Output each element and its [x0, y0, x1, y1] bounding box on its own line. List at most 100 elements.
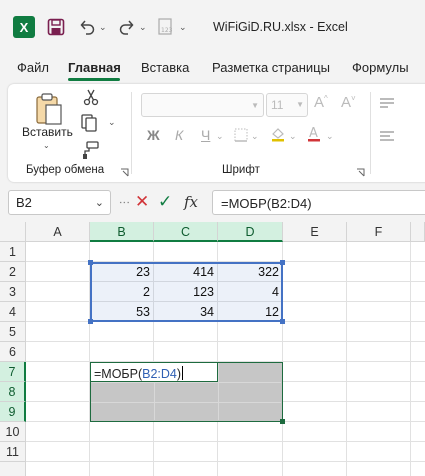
- name-box[interactable]: B2 ⌄: [8, 190, 111, 215]
- paste-dropdown-icon[interactable]: ⌄: [43, 141, 50, 150]
- gridline: [346, 242, 347, 476]
- cell-b4[interactable]: 53: [90, 302, 154, 322]
- row-header-10[interactable]: 10: [0, 422, 26, 442]
- row-header-12[interactable]: [0, 462, 26, 476]
- chevron-down-icon: ▼: [296, 100, 304, 109]
- underline-icon[interactable]: Ч: [201, 127, 210, 143]
- formula-bar: B2 ⌄ ⋮ ✕ ✓ fx =МОБР(B2:D4): [0, 189, 425, 217]
- borders-dropdown-icon[interactable]: ⌄: [251, 131, 259, 142]
- row-header-3[interactable]: 3: [0, 282, 26, 302]
- more-icon: ⋮: [118, 197, 130, 207]
- tab-formulas[interactable]: Формулы: [352, 60, 409, 75]
- column-header-e[interactable]: E: [283, 222, 347, 242]
- redo-icon[interactable]: [116, 15, 138, 39]
- edit-formula-reference: B2:D4: [142, 367, 177, 381]
- cell-c4[interactable]: 34: [154, 302, 218, 322]
- cell-c2[interactable]: 414: [154, 262, 218, 282]
- italic-icon[interactable]: К: [175, 127, 183, 143]
- gridline: [91, 402, 281, 403]
- undo-dropdown-icon[interactable]: ⌄: [99, 15, 107, 39]
- row-header-7[interactable]: 7: [0, 362, 26, 382]
- copy-dropdown-icon[interactable]: ⌄: [108, 117, 116, 128]
- tab-home[interactable]: Главная: [68, 60, 121, 75]
- chevron-down-icon: ▼: [251, 101, 259, 110]
- cell-b2[interactable]: 23: [90, 262, 154, 282]
- column-header-g[interactable]: [411, 222, 425, 242]
- gridline: [26, 461, 425, 462]
- gridline: [26, 441, 425, 442]
- cell-d2[interactable]: 322: [218, 262, 283, 282]
- font-name-box[interactable]: ▼: [141, 93, 264, 117]
- font-color-dropdown-icon[interactable]: ⌄: [326, 131, 334, 142]
- quick-access-icon[interactable]: 123: [155, 15, 175, 39]
- row-header-2[interactable]: 2: [0, 262, 26, 282]
- font-group-label: Шрифт: [222, 164, 260, 176]
- tab-file[interactable]: Файл: [17, 60, 49, 75]
- fill-color-dropdown-icon[interactable]: ⌄: [289, 131, 297, 142]
- align-left-icon[interactable]: [380, 129, 396, 143]
- column-header-c[interactable]: C: [154, 222, 218, 242]
- chevron-down-icon: ⌄: [94, 197, 104, 209]
- cell-b3[interactable]: 2: [90, 282, 154, 302]
- fill-handle[interactable]: [280, 419, 285, 424]
- cell-d4[interactable]: 12: [218, 302, 283, 322]
- ribbon: Вставить ⌄ ⌄ Буфер обмена ▼ 11 ▼ A^ A˅ Ж…: [8, 84, 425, 182]
- align-top-icon[interactable]: [380, 96, 396, 110]
- redo-dropdown-icon[interactable]: ⌄: [139, 15, 147, 39]
- active-cell-b7[interactable]: =МОБР(B2:D4): [90, 362, 218, 382]
- edit-formula-prefix: =МОБР(: [94, 367, 143, 381]
- ribbon-separator: [370, 92, 371, 174]
- formula-input[interactable]: =МОБР(B2:D4): [212, 190, 425, 215]
- spreadsheet-grid[interactable]: A B C D E F 1 2 3 4 5 6 7 8 9 10 11 23 4…: [0, 222, 425, 476]
- decrease-font-icon[interactable]: A˅: [341, 94, 356, 111]
- copy-icon[interactable]: [80, 114, 102, 132]
- row-header-5[interactable]: 5: [0, 322, 26, 342]
- bold-icon[interactable]: Ж: [147, 127, 160, 143]
- enter-icon[interactable]: ✓: [158, 192, 172, 212]
- ribbon-tabs: Файл Главная Вставка Разметка страницы Ф…: [0, 54, 425, 82]
- save-icon[interactable]: [46, 15, 66, 39]
- row-header-11[interactable]: 11: [0, 442, 26, 462]
- underline-dropdown-icon[interactable]: ⌄: [216, 131, 224, 142]
- cut-icon[interactable]: [82, 88, 100, 106]
- increase-font-icon[interactable]: A^: [314, 94, 328, 111]
- tab-page-layout[interactable]: Разметка страницы: [212, 60, 330, 75]
- clipboard-group-label: Буфер обмена: [26, 164, 105, 176]
- column-header-a[interactable]: A: [26, 222, 90, 242]
- column-header-d[interactable]: D: [218, 222, 283, 242]
- gridline: [26, 341, 425, 342]
- excel-logo-icon: X: [13, 16, 35, 38]
- svg-text:A: A: [309, 126, 318, 141]
- cell-d3[interactable]: 4: [218, 282, 283, 302]
- ribbon-separator: [131, 92, 132, 174]
- format-painter-icon[interactable]: [80, 140, 100, 160]
- paste-icon: [36, 93, 62, 125]
- select-all-corner[interactable]: [0, 222, 26, 242]
- borders-icon[interactable]: [234, 128, 248, 145]
- customize-dropdown-icon[interactable]: ⌄: [179, 15, 187, 39]
- font-color-icon[interactable]: A: [306, 125, 322, 146]
- row-header-8[interactable]: 8: [0, 382, 26, 402]
- active-tab-indicator: [68, 78, 120, 81]
- row-header-9[interactable]: 9: [0, 402, 26, 422]
- row-header-6[interactable]: 6: [0, 342, 26, 362]
- title-bar: X ⌄ ⌄ 123 ⌄ WiFiGiD.RU.xlsx - Excel: [0, 0, 425, 54]
- paste-label: Вставить: [22, 125, 73, 139]
- text-cursor: [182, 366, 184, 380]
- tab-insert[interactable]: Вставка: [141, 60, 189, 75]
- document-title: WiFiGiD.RU.xlsx - Excel: [213, 20, 348, 34]
- font-launcher-icon[interactable]: [356, 166, 365, 177]
- fill-color-icon[interactable]: [270, 126, 286, 145]
- row-header-1[interactable]: 1: [0, 242, 26, 262]
- row-header-4[interactable]: 4: [0, 302, 26, 322]
- name-box-value: B2: [16, 195, 32, 210]
- column-header-b[interactable]: B: [90, 222, 154, 242]
- insert-function-icon[interactable]: fx: [184, 193, 198, 211]
- font-size-box[interactable]: 11 ▼: [266, 93, 308, 117]
- cell-c3[interactable]: 123: [154, 282, 218, 302]
- clipboard-launcher-icon[interactable]: [120, 166, 129, 177]
- column-header-f[interactable]: F: [347, 222, 411, 242]
- font-size-value: 11: [271, 98, 284, 112]
- undo-icon[interactable]: [76, 15, 98, 39]
- cancel-icon[interactable]: ✕: [135, 192, 149, 212]
